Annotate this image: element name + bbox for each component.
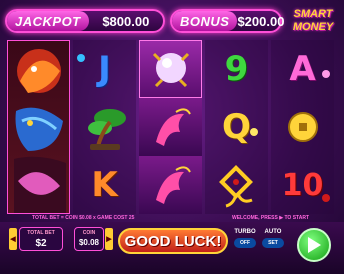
symbol-crane xyxy=(139,98,202,156)
reel-4: 9 Q xyxy=(205,40,268,214)
jackpot-label: JACKPOT xyxy=(7,11,89,31)
symbol-crane xyxy=(139,156,202,214)
symbol-nine: 9 xyxy=(224,49,249,89)
bonus-display: BONUS $200.00 xyxy=(170,9,285,33)
total-bet-value: $2 xyxy=(35,238,47,249)
bonus-value: $200.00 xyxy=(237,13,285,29)
turbo-state: OFF xyxy=(234,238,256,248)
reel-1 xyxy=(7,40,70,214)
symbol-ten: 10 xyxy=(271,156,334,214)
spin-message-button[interactable]: GOOD LUCK! xyxy=(118,228,228,254)
symbol-q: Q xyxy=(205,98,268,156)
reel-2: J K xyxy=(73,40,136,214)
symbol-k: K xyxy=(91,165,118,205)
jackpot-value: $800.00 xyxy=(102,13,150,29)
auto-state: SET xyxy=(262,238,284,248)
symbol-j: J xyxy=(73,40,136,98)
jackpot-display: JACKPOT $800.00 xyxy=(5,9,165,33)
symbol-coin xyxy=(271,98,334,156)
symbol-a: A xyxy=(271,40,334,98)
welcome-text: WELCOME, PRESS ▶ TO START xyxy=(232,215,309,221)
coin-value: $0.08 xyxy=(78,238,100,247)
total-bet-display: TOTAL BET $2 xyxy=(19,227,63,251)
turbo-label: TURBO xyxy=(234,229,256,235)
bonus-label: BONUS xyxy=(172,11,238,31)
turbo-toggle[interactable]: TURBO OFF xyxy=(233,229,257,249)
symbol-bonsai xyxy=(73,98,136,156)
logo-line1: SMART xyxy=(293,8,333,20)
auto-label: AUTO xyxy=(264,229,282,235)
slot-game: JACKPOT $800.00 BONUS $200.00 SMART MONE… xyxy=(0,0,344,274)
play-icon xyxy=(308,237,321,253)
game-logo: SMART MONEY xyxy=(286,8,340,38)
coin-increase-button[interactable]: ▶ xyxy=(105,228,113,250)
reel-3 xyxy=(139,40,202,214)
symbol-pearl-claw xyxy=(139,40,202,98)
dragon-wild-symbol xyxy=(7,40,70,214)
logo-line2: MONEY xyxy=(292,21,334,33)
reel-5: A 10 xyxy=(271,40,334,214)
bet-decrease-button[interactable]: ◀ xyxy=(9,228,17,250)
auto-toggle[interactable]: AUTO SET xyxy=(261,229,285,249)
coin-label: COIN xyxy=(82,230,96,236)
bet-info-text: TOTAL BET = COIN $0.08 x GAME COST 25 xyxy=(32,215,135,221)
symbol-golden-knot xyxy=(205,156,268,214)
play-button[interactable] xyxy=(297,228,331,262)
reels-area: J K 9 Q A 10 xyxy=(7,40,335,214)
coin-display: COIN $0.08 xyxy=(74,227,104,251)
total-bet-label: TOTAL BET xyxy=(27,230,55,236)
